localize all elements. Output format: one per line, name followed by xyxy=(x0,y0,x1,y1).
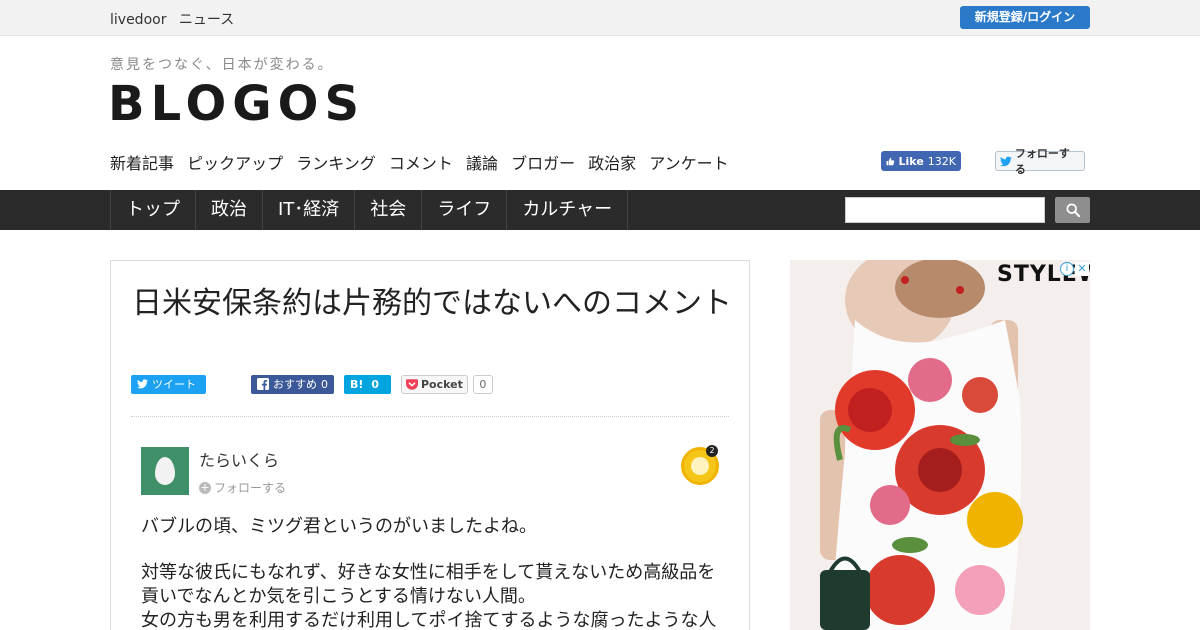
person-icon xyxy=(691,457,709,475)
subnav-comment[interactable]: コメント xyxy=(389,154,453,173)
sub-navigation: 新着記事 ピックアップ ランキング コメント 議論 ブロガー 政治家 アンケート xyxy=(110,150,737,174)
advertisement[interactable]: STYLEWE i ✕ xyxy=(790,260,1090,630)
thumbs-up-icon xyxy=(886,157,895,165)
fb-like-label: Like xyxy=(898,154,924,168)
search-icon xyxy=(1065,203,1080,217)
tweet-button[interactable]: ツイート xyxy=(131,374,206,394)
livedoor-logo[interactable]: livedoor xyxy=(110,12,166,28)
comment-paragraph: バブルの頃、ミツグ君というのがいましたよね。 xyxy=(141,516,537,537)
hatena-bookmark-button[interactable]: B! 0 xyxy=(344,374,391,394)
floral-dress-ad-image xyxy=(790,260,1090,630)
comment-body: バブルの頃、ミツグ君というのがいましたよね。 対等な彼氏にもなれず、好きな女性に… xyxy=(141,515,731,630)
follow-label: フォローする xyxy=(214,481,287,495)
subnav-new-articles[interactable]: 新着記事 xyxy=(110,154,174,173)
category-politics[interactable]: 政治 xyxy=(196,190,263,230)
search-input[interactable] xyxy=(845,197,1045,223)
egg-avatar-icon xyxy=(155,457,175,485)
comment-paragraph: 対等な彼氏にもなれず、好きな女性に相手をして貰えないため高級品を貢いでなんとか気… xyxy=(141,562,717,630)
pocket-label: Pocket xyxy=(421,377,463,391)
twitter-follow-label: フォローする xyxy=(1014,147,1070,176)
register-login-button[interactable]: 新規登録/ログイン xyxy=(960,6,1090,29)
blogos-logo[interactable]: BLOGOS xyxy=(108,78,365,130)
news-link[interactable]: ニュース xyxy=(179,12,234,28)
ad-info-icon[interactable]: i xyxy=(1060,262,1074,276)
category-society[interactable]: 社会 xyxy=(355,190,423,230)
twitter-bird-icon xyxy=(137,379,148,389)
subnav-blogger[interactable]: ブロガー xyxy=(511,154,575,173)
article-title: 日米安保条約は片務的ではないへのコメント xyxy=(132,286,732,321)
facebook-share-button[interactable]: おすすめ 0 xyxy=(251,374,334,394)
category-culture[interactable]: カルチャー xyxy=(507,190,629,230)
user-rank-badge: 2 xyxy=(681,445,719,485)
site-tagline: 意見をつなぐ、日本が変わる。 xyxy=(110,57,334,73)
badge-count: 2 xyxy=(706,445,718,457)
follow-author-button[interactable]: + フォローする xyxy=(199,479,286,496)
subnav-survey[interactable]: アンケート xyxy=(649,154,728,173)
category-life[interactable]: ライフ xyxy=(422,190,508,230)
category-it-economy[interactable]: IT･経済 xyxy=(263,190,356,230)
pocket-icon xyxy=(406,378,418,390)
hatena-count: 0 xyxy=(371,377,380,391)
plus-icon: + xyxy=(199,480,211,494)
facebook-icon xyxy=(257,378,269,390)
subnav-pickup[interactable]: ピックアップ xyxy=(187,154,283,173)
subnav-politician[interactable]: 政治家 xyxy=(588,154,636,173)
facebook-like-button[interactable]: Like 132K xyxy=(881,151,961,171)
ad-close-icon[interactable]: ✕ xyxy=(1075,262,1089,276)
twitter-bird-icon xyxy=(1000,156,1012,166)
tweet-label: ツイート xyxy=(152,378,196,391)
fb-share-label: おすすめ xyxy=(273,378,317,391)
author-name[interactable]: たらいくら xyxy=(199,447,279,471)
subnav-ranking[interactable]: ランキング xyxy=(296,154,376,173)
top-bar: livedoor ニュース 新規登録/ログイン xyxy=(0,0,1200,36)
subnav-discussion[interactable]: 議論 xyxy=(466,154,498,173)
author-avatar[interactable] xyxy=(141,447,189,495)
fb-share-count: 0 xyxy=(321,377,328,391)
pocket-count: 0 xyxy=(472,374,493,394)
twitter-follow-button[interactable]: フォローする xyxy=(995,147,1085,176)
livedoor-brand[interactable]: livedoor ニュース xyxy=(110,9,242,29)
search-button[interactable] xyxy=(1055,197,1090,223)
share-buttons: ツイート おすすめ 0 B! 0 Pocket 0 xyxy=(131,374,493,394)
category-top[interactable]: トップ xyxy=(111,190,196,230)
pocket-button[interactable]: Pocket xyxy=(401,374,468,394)
article-card: 日米安保条約は片務的ではないへのコメント ツイート おすすめ 0 B! 0 Po… xyxy=(110,260,750,630)
divider xyxy=(131,416,729,417)
hatena-bookmark-icon: B! xyxy=(350,377,364,391)
fb-like-count: 132K xyxy=(927,154,956,168)
